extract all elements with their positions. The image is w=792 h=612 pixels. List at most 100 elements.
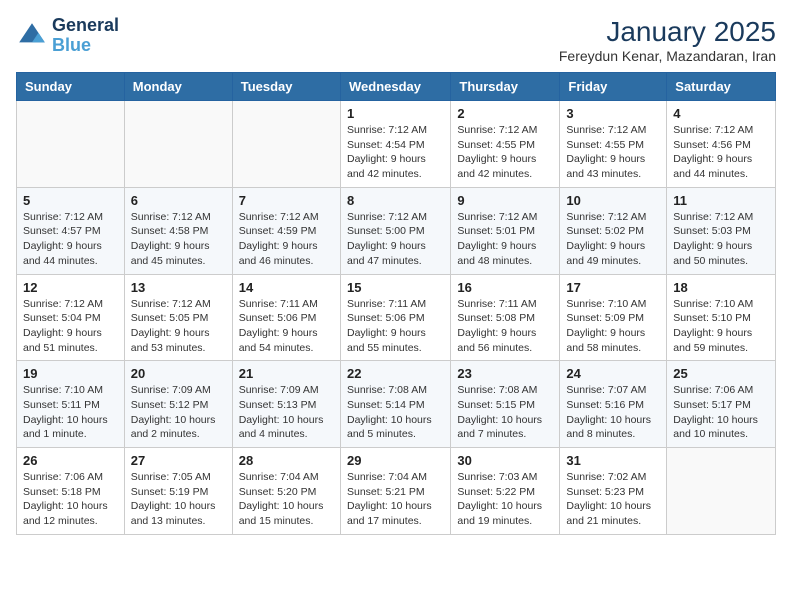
day-detail: Sunrise: 7:12 AM Sunset: 5:02 PM Dayligh… <box>566 210 660 269</box>
calendar-cell: 13 Sunrise: 7:12 AM Sunset: 5:05 PM Dayli… <box>124 274 232 361</box>
day-detail: Sunrise: 7:10 AM Sunset: 5:11 PM Dayligh… <box>23 383 118 442</box>
day-number: 21 <box>239 366 334 381</box>
calendar-cell: 24 Sunrise: 7:07 AM Sunset: 5:16 PM Dayli… <box>560 361 667 448</box>
calendar-cell: 17 Sunrise: 7:10 AM Sunset: 5:09 PM Dayli… <box>560 274 667 361</box>
day-detail: Sunrise: 7:12 AM Sunset: 5:01 PM Dayligh… <box>457 210 553 269</box>
day-number: 30 <box>457 453 553 468</box>
calendar-week-1: 1 Sunrise: 7:12 AM Sunset: 4:54 PM Daylig… <box>17 101 776 188</box>
day-number: 5 <box>23 193 118 208</box>
calendar-cell: 16Sunrise: 7:11 AM Sunset: 5:08 PM Dayli… <box>451 274 560 361</box>
day-number: 28 <box>239 453 334 468</box>
day-detail: Sunrise: 7:12 AM Sunset: 4:55 PM Dayligh… <box>566 123 660 182</box>
day-number: 31 <box>566 453 660 468</box>
day-detail: Sunrise: 7:11 AM Sunset: 5:06 PM Dayligh… <box>347 297 444 356</box>
day-number: 22 <box>347 366 444 381</box>
day-detail: Sunrise: 7:04 AM Sunset: 5:20 PM Dayligh… <box>239 470 334 529</box>
day-number: 29 <box>347 453 444 468</box>
weekday-header-monday: Monday <box>124 73 232 101</box>
calendar-cell: 4 Sunrise: 7:12 AM Sunset: 4:56 PM Daylig… <box>667 101 776 188</box>
calendar-cell: 22 Sunrise: 7:08 AM Sunset: 5:14 PM Dayli… <box>340 361 450 448</box>
day-detail: Sunrise: 7:06 AM Sunset: 5:18 PM Dayligh… <box>23 470 118 529</box>
day-detail: Sunrise: 7:06 AM Sunset: 5:17 PM Dayligh… <box>673 383 769 442</box>
day-number: 24 <box>566 366 660 381</box>
calendar-cell: 21 Sunrise: 7:09 AM Sunset: 5:13 PM Dayli… <box>232 361 340 448</box>
calendar-week-5: 26 Sunrise: 7:06 AM Sunset: 5:18 PM Dayli… <box>17 448 776 535</box>
calendar-cell: 9 Sunrise: 7:12 AM Sunset: 5:01 PM Daylig… <box>451 187 560 274</box>
calendar-cell: 14Sunrise: 7:11 AM Sunset: 5:06 PM Dayli… <box>232 274 340 361</box>
weekday-header-thursday: Thursday <box>451 73 560 101</box>
day-detail: Sunrise: 7:05 AM Sunset: 5:19 PM Dayligh… <box>131 470 226 529</box>
weekday-header-sunday: Sunday <box>17 73 125 101</box>
calendar-cell: 27 Sunrise: 7:05 AM Sunset: 5:19 PM Dayli… <box>124 448 232 535</box>
weekday-header-saturday: Saturday <box>667 73 776 101</box>
day-number: 15 <box>347 280 444 295</box>
day-detail: Sunrise: 7:09 AM Sunset: 5:13 PM Dayligh… <box>239 383 334 442</box>
day-number: 4 <box>673 106 769 121</box>
day-detail: Sunrise: 7:12 AM Sunset: 4:56 PM Dayligh… <box>673 123 769 182</box>
day-number: 12 <box>23 280 118 295</box>
calendar-week-3: 12 Sunrise: 7:12 AM Sunset: 5:04 PM Dayli… <box>17 274 776 361</box>
day-number: 8 <box>347 193 444 208</box>
day-detail: Sunrise: 7:08 AM Sunset: 5:15 PM Dayligh… <box>457 383 553 442</box>
logo: General Blue <box>16 16 119 56</box>
day-number: 7 <box>239 193 334 208</box>
day-detail: Sunrise: 7:10 AM Sunset: 5:09 PM Dayligh… <box>566 297 660 356</box>
location: Fereydun Kenar, Mazandaran, Iran <box>559 48 776 64</box>
day-number: 26 <box>23 453 118 468</box>
calendar-cell: 30 Sunrise: 7:03 AM Sunset: 5:22 PM Dayli… <box>451 448 560 535</box>
calendar-cell: 11 Sunrise: 7:12 AM Sunset: 5:03 PM Dayli… <box>667 187 776 274</box>
day-detail: Sunrise: 7:12 AM Sunset: 5:04 PM Dayligh… <box>23 297 118 356</box>
day-detail: Sunrise: 7:11 AM Sunset: 5:08 PM Dayligh… <box>457 297 553 356</box>
day-detail: Sunrise: 7:07 AM Sunset: 5:16 PM Dayligh… <box>566 383 660 442</box>
day-number: 18 <box>673 280 769 295</box>
day-number: 3 <box>566 106 660 121</box>
calendar-cell: 29 Sunrise: 7:04 AM Sunset: 5:21 PM Dayli… <box>340 448 450 535</box>
day-detail: Sunrise: 7:12 AM Sunset: 5:05 PM Dayligh… <box>131 297 226 356</box>
calendar-week-4: 19 Sunrise: 7:10 AM Sunset: 5:11 PM Dayli… <box>17 361 776 448</box>
calendar-cell: 31Sunrise: 7:02 AM Sunset: 5:23 PM Dayli… <box>560 448 667 535</box>
day-detail: Sunrise: 7:12 AM Sunset: 4:58 PM Dayligh… <box>131 210 226 269</box>
day-number: 25 <box>673 366 769 381</box>
day-number: 13 <box>131 280 226 295</box>
logo-line2: Blue <box>52 35 91 55</box>
day-number: 19 <box>23 366 118 381</box>
day-number: 27 <box>131 453 226 468</box>
day-detail: Sunrise: 7:12 AM Sunset: 4:55 PM Dayligh… <box>457 123 553 182</box>
day-detail: Sunrise: 7:10 AM Sunset: 5:10 PM Dayligh… <box>673 297 769 356</box>
logo-icon <box>16 20 48 52</box>
day-detail: Sunrise: 7:09 AM Sunset: 5:12 PM Dayligh… <box>131 383 226 442</box>
calendar-cell: 18 Sunrise: 7:10 AM Sunset: 5:10 PM Dayli… <box>667 274 776 361</box>
weekday-header-row: SundayMondayTuesdayWednesdayThursdayFrid… <box>17 73 776 101</box>
calendar-cell: 19 Sunrise: 7:10 AM Sunset: 5:11 PM Dayli… <box>17 361 125 448</box>
day-number: 1 <box>347 106 444 121</box>
calendar-cell <box>124 101 232 188</box>
day-detail: Sunrise: 7:12 AM Sunset: 4:54 PM Dayligh… <box>347 123 444 182</box>
day-detail: Sunrise: 7:11 AM Sunset: 5:06 PM Dayligh… <box>239 297 334 356</box>
calendar-cell: 15 Sunrise: 7:11 AM Sunset: 5:06 PM Dayli… <box>340 274 450 361</box>
day-number: 6 <box>131 193 226 208</box>
calendar-table: SundayMondayTuesdayWednesdayThursdayFrid… <box>16 72 776 535</box>
day-number: 17 <box>566 280 660 295</box>
day-detail: Sunrise: 7:12 AM Sunset: 4:57 PM Dayligh… <box>23 210 118 269</box>
calendar-cell: 1 Sunrise: 7:12 AM Sunset: 4:54 PM Daylig… <box>340 101 450 188</box>
day-number: 2 <box>457 106 553 121</box>
day-detail: Sunrise: 7:04 AM Sunset: 5:21 PM Dayligh… <box>347 470 444 529</box>
calendar-cell: 12 Sunrise: 7:12 AM Sunset: 5:04 PM Dayli… <box>17 274 125 361</box>
calendar-cell <box>232 101 340 188</box>
day-detail: Sunrise: 7:08 AM Sunset: 5:14 PM Dayligh… <box>347 383 444 442</box>
day-number: 20 <box>131 366 226 381</box>
calendar-cell: 10 Sunrise: 7:12 AM Sunset: 5:02 PM Dayli… <box>560 187 667 274</box>
weekday-header-tuesday: Tuesday <box>232 73 340 101</box>
page-header: General Blue January 2025 Fereydun Kenar… <box>16 16 776 64</box>
day-detail: Sunrise: 7:12 AM Sunset: 5:03 PM Dayligh… <box>673 210 769 269</box>
day-number: 9 <box>457 193 553 208</box>
day-number: 11 <box>673 193 769 208</box>
weekday-header-friday: Friday <box>560 73 667 101</box>
day-number: 10 <box>566 193 660 208</box>
calendar-week-2: 5 Sunrise: 7:12 AM Sunset: 4:57 PM Daylig… <box>17 187 776 274</box>
calendar-cell <box>667 448 776 535</box>
weekday-header-wednesday: Wednesday <box>340 73 450 101</box>
day-detail: Sunrise: 7:03 AM Sunset: 5:22 PM Dayligh… <box>457 470 553 529</box>
calendar-cell: 25 Sunrise: 7:06 AM Sunset: 5:17 PM Dayli… <box>667 361 776 448</box>
logo-text: General Blue <box>52 16 119 56</box>
